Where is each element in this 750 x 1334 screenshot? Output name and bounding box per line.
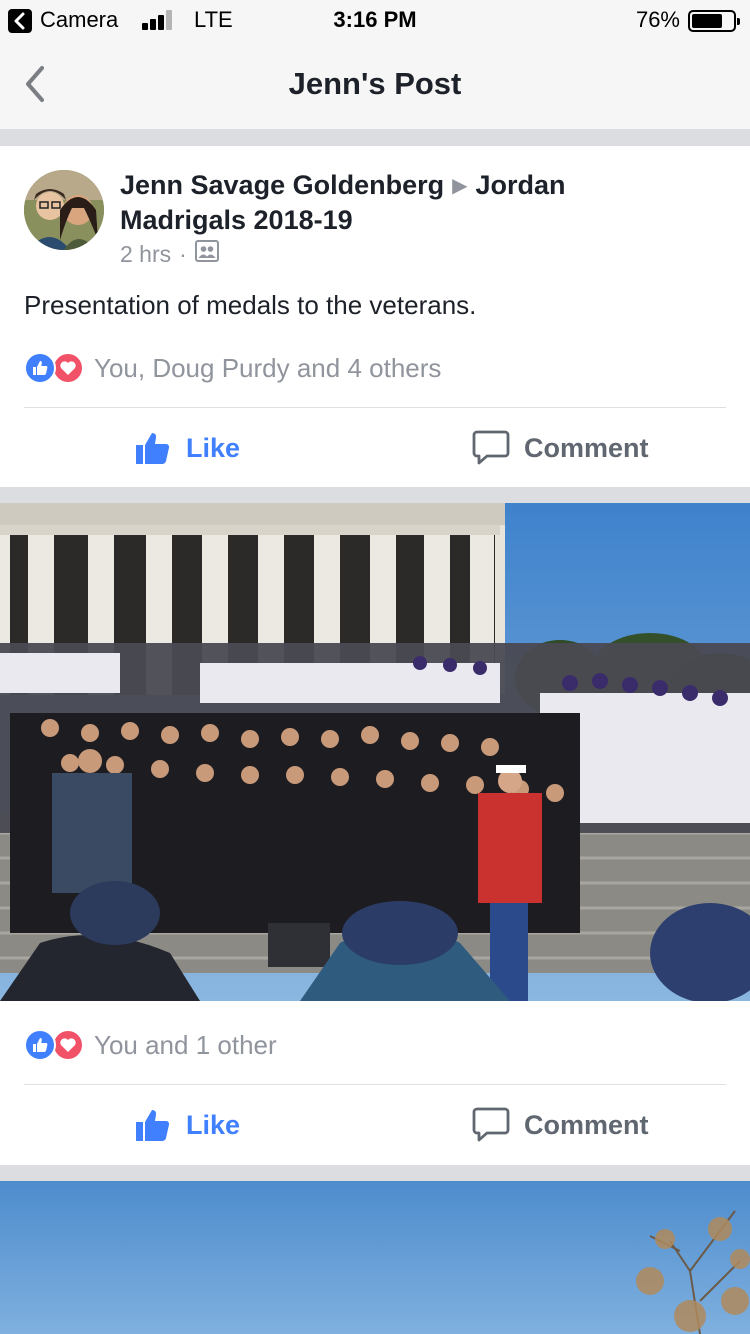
meta-separator: · [179,240,187,267]
like-reaction-icon [24,352,56,384]
reaction-count-text: You and 1 other [94,1029,277,1060]
love-reaction-icon [52,1029,84,1061]
comment-bubble-icon [472,430,510,465]
photo-reaction-summary[interactable]: You and 1 other [24,1028,277,1062]
post-author-line: Jenn Savage Goldenberg ▶ Jordan Madrigals … [120,168,660,237]
photo-like-button[interactable]: Like [134,1090,240,1160]
like-label: Like [186,1109,241,1140]
post-text: Presentation of medals to the veterans. [24,290,477,320]
next-post-photo[interactable] [0,1181,750,1334]
post-meta: 2 hrs · [120,240,219,268]
divider [24,1084,726,1085]
post-timestamp[interactable]: 2 hrs [120,241,171,268]
reaction-summary[interactable]: You, Doug Purdy and 4 others [24,351,441,385]
comment-label: Comment [524,1109,649,1140]
post-card: Jenn Savage Goldenberg ▶ Jordan Madrigals … [0,146,750,487]
page-title: Jenn's Post [288,66,462,101]
comment-button[interactable]: Comment [472,413,649,483]
reaction-count-text: You, Doug Purdy and 4 others [94,352,442,383]
thumbs-up-icon [136,1110,170,1141]
next-photo-card [0,1181,750,1334]
group-audience-icon [194,240,219,268]
photo-comment-button[interactable]: Comment [472,1090,649,1160]
author-name[interactable]: Jenn Savage Goldenberg [120,170,444,200]
thumbs-up-icon [136,433,170,464]
like-label: Like [186,432,241,463]
avatar[interactable] [24,170,104,250]
comment-bubble-icon [472,1107,510,1142]
like-reaction-icon [24,1029,56,1061]
navigation-bar: Jenn's Post [0,40,750,129]
photo-card: You and 1 other Like Comment [0,503,750,1165]
comment-label: Comment [524,432,649,463]
battery-percent: 76% [635,7,680,32]
status-bar: Camera LTE 3:16 PM 76% [0,0,750,40]
divider [24,407,726,408]
like-button[interactable]: Like [134,413,240,483]
battery-icon [688,10,740,32]
arrow-right-icon: ▶ [452,175,468,197]
love-reaction-icon [52,352,84,384]
post-photo[interactable] [0,503,750,1001]
